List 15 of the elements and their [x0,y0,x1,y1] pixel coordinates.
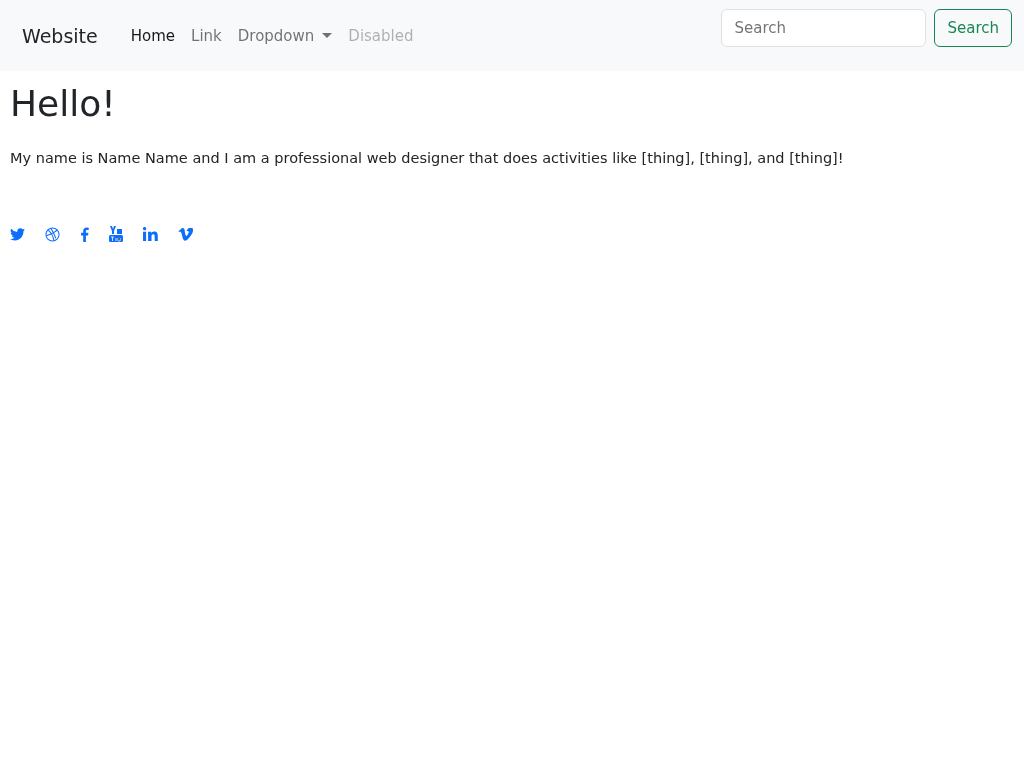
nav-link[interactable]: Link [191,26,222,45]
nav-link[interactable]: Dropdown [237,26,333,45]
caret-icon [322,33,333,38]
bird-icon[interactable] [10,227,25,241]
letter-f-icon[interactable] [80,226,89,242]
video-icon[interactable] [109,226,123,242]
page-heading: Hello! [10,83,117,124]
letter-v-icon[interactable] [178,227,193,241]
intro-paragraph: My name is Name Name and I am a professional web designer that does activities like [thing], [thing], and [thing]! [10,150,845,166]
search-field[interactable]: Search [721,8,927,47]
in-icon[interactable] [143,227,158,241]
search-button[interactable]: Search [934,8,1012,47]
ball-icon[interactable] [45,226,60,242]
brand-link[interactable]: Website [22,24,98,47]
nav-link[interactable]: Home [130,26,176,45]
